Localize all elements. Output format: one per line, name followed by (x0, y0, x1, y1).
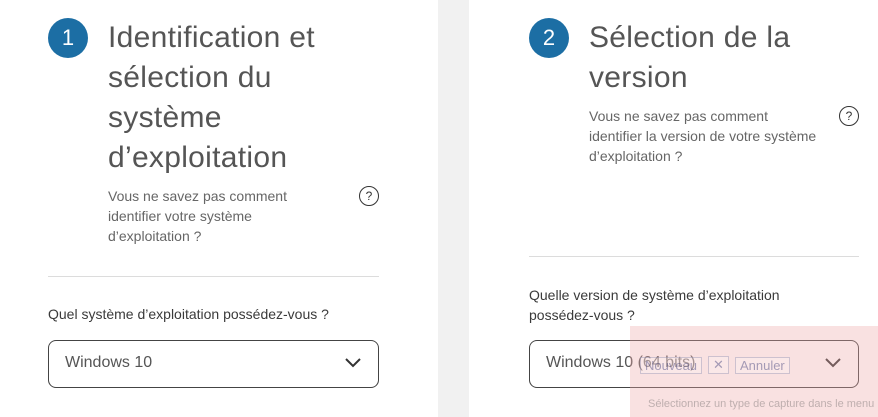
step-title: Sélection de la version (589, 18, 790, 98)
help-text-line: identifier la version de votre système (589, 128, 817, 144)
chevron-down-icon (825, 358, 841, 368)
help-text-line: Vous ne savez pas comment (108, 188, 287, 204)
step-number-badge: 1 (48, 18, 88, 58)
chevron-down-icon (345, 358, 361, 368)
version-select[interactable]: Windows 10 (64 bits) (529, 340, 859, 388)
step-number-badge: 2 (529, 18, 569, 58)
step-version-panel: 2 Sélection de la version Vous ne savez … (469, 0, 878, 417)
help-text-line: Vous ne savez pas comment (589, 108, 768, 124)
step-title-line: version (589, 61, 688, 94)
help-circle-icon[interactable]: ? (359, 186, 379, 206)
help-text-line: d’exploitation ? (589, 148, 683, 164)
question-line: possédez-vous ? (529, 307, 635, 323)
step-title-line: d’exploitation (108, 141, 288, 174)
help-link-text[interactable]: Vous ne savez pas comment identifier vot… (108, 186, 287, 246)
step-title-line: sélection du (108, 61, 272, 94)
step-title-line: Identification et (108, 21, 315, 54)
step-title: Identification et sélection du système d… (108, 18, 315, 178)
question-line: Quelle version de système d’exploitation (529, 287, 780, 303)
help-text-line: d’exploitation ? (108, 228, 202, 244)
step-os-panel: 1 Identification et sélection du système… (0, 0, 438, 417)
divider (529, 256, 859, 257)
version-select-value: Windows 10 (64 bits) (546, 354, 696, 371)
version-question-label: Quelle version de système d’exploitation… (529, 285, 780, 325)
help-link-text[interactable]: Vous ne savez pas comment identifier la … (589, 106, 816, 166)
help-circle-icon[interactable]: ? (839, 106, 859, 126)
os-select[interactable]: Windows 10 (48, 340, 379, 388)
step-title-line: système (108, 101, 222, 134)
panel-gutter (438, 0, 469, 417)
os-select-value: Windows 10 (65, 354, 153, 371)
step-title-line: Sélection de la (589, 21, 791, 54)
os-question-label: Quel système d’exploitation possédez-vou… (48, 306, 329, 322)
divider (48, 276, 379, 277)
help-text-line: identifier votre système (108, 208, 252, 224)
